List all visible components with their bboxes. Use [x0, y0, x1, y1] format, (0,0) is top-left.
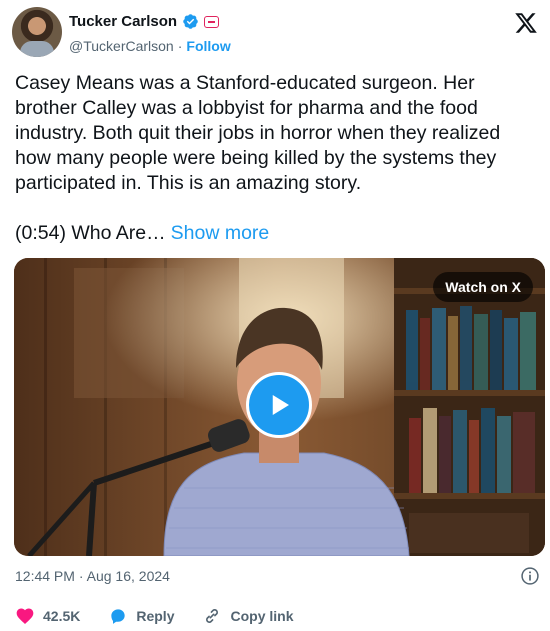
author-name[interactable]: Tucker Carlson [69, 13, 177, 30]
info-icon[interactable] [520, 566, 540, 586]
tweet-date: Aug 16, 2024 [86, 568, 170, 584]
author-name-row: Tucker Carlson [69, 13, 220, 30]
play-icon[interactable] [246, 372, 312, 438]
verified-badge-icon [183, 14, 198, 29]
handle-row: @TuckerCarlson · Follow [69, 38, 231, 54]
copy-link-label: Copy link [230, 608, 294, 624]
like-button[interactable]: 42.5K [15, 606, 80, 626]
timestamp-dot: · [78, 568, 84, 584]
x-logo-icon[interactable] [514, 11, 538, 35]
reply-icon [111, 609, 126, 624]
separator-dot: · [177, 38, 183, 54]
like-count: 42.5K [43, 608, 81, 624]
tweet-timestamp[interactable]: 12:44 PM · Aug 16, 2024 [15, 568, 170, 584]
avatar[interactable] [12, 7, 62, 57]
link-icon [206, 609, 219, 623]
author-handle[interactable]: @TuckerCarlson [69, 38, 174, 54]
video-title-row: (0:54) Who Are… Show more [15, 221, 269, 246]
reply-label: Reply [136, 608, 175, 624]
tweet-header: Tucker Carlson @TuckerCarlson · Follow [12, 7, 540, 59]
heart-icon [16, 608, 34, 624]
tweet-text: Casey Means was a Stanford-educated surg… [15, 72, 501, 194]
watch-on-x-button[interactable]: Watch on X [433, 272, 533, 302]
video-player[interactable]: Watch on X [14, 258, 545, 556]
show-more-link[interactable]: Show more [171, 222, 270, 244]
affiliation-icon [204, 15, 220, 28]
video-title: (0:54) Who Are… [15, 222, 166, 244]
tweet-actions: 42.5K Reply Copy link [15, 606, 322, 626]
copy-link-button[interactable]: Copy link [202, 606, 294, 626]
follow-button[interactable]: Follow [186, 38, 230, 54]
tweet-time: 12:44 PM [15, 568, 75, 584]
reply-button[interactable]: Reply [108, 606, 174, 626]
